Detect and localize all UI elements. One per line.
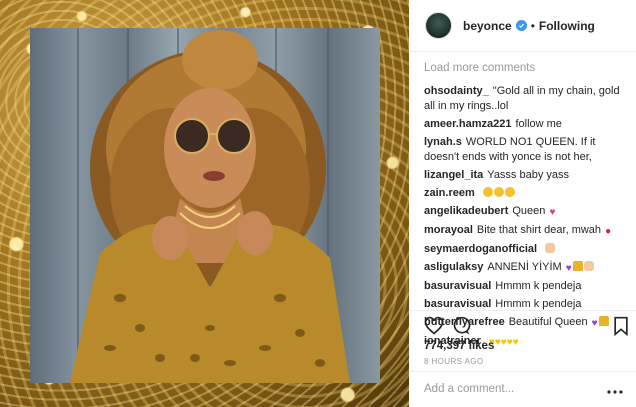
avatar[interactable] xyxy=(425,12,452,39)
following-button[interactable]: Following xyxy=(539,19,595,33)
comment-item: basuravisual Hmmm k pendeja xyxy=(424,279,629,294)
add-comment-input[interactable] xyxy=(424,379,604,399)
separator-dot: • xyxy=(530,18,535,33)
comment-text: follow me xyxy=(515,118,562,130)
post-media-area xyxy=(0,0,409,407)
post-side-panel: beyonce • Following Load more comments o… xyxy=(409,0,636,407)
comment-username[interactable]: angelikadeubert xyxy=(424,205,508,217)
post-timestamp: 8 HOURS AGO xyxy=(424,357,484,366)
ok-hand-emoji-icon xyxy=(583,261,594,271)
likes-count[interactable]: 774,397 likes xyxy=(424,340,494,352)
actions-divider xyxy=(409,310,636,311)
comment-text: Yasss baby yass xyxy=(487,169,570,181)
sparkling-heart-emoji-icon: ♥ xyxy=(549,207,556,218)
comment-username[interactable]: morayoal xyxy=(424,224,473,236)
load-more-comments-link[interactable]: Load more comments xyxy=(424,62,629,76)
heart-eyes-emoji-icon xyxy=(493,187,504,197)
kiss-lips-emoji-icon: ● xyxy=(605,226,612,237)
comment-item: ohsodainty_ "Gold all in my chain, gold a… xyxy=(424,84,629,114)
comment-username[interactable]: basuravisual xyxy=(424,298,491,310)
comment-item: morayoal Bite that shirt dear, mwah ● xyxy=(424,223,629,239)
portrait-illustration xyxy=(70,28,350,383)
comment-item: zain.reem xyxy=(424,186,629,201)
crown-emoji-icon xyxy=(572,261,583,271)
comment-text: Queen xyxy=(512,205,546,217)
bookmark-icon[interactable] xyxy=(612,316,632,337)
verified-badge-icon xyxy=(515,20,527,31)
comment-item: seymaerdoganofficial xyxy=(424,242,629,257)
comment-username[interactable]: basuravisual xyxy=(424,280,491,292)
comment-text: ANNENİ YİYİM xyxy=(487,261,562,273)
comment-username[interactable]: ohsodainty_ xyxy=(424,85,489,97)
action-bar xyxy=(424,316,629,338)
comment-item: lizangel_ita Yasss baby yass xyxy=(424,168,629,183)
heart-eyes-emoji-icon xyxy=(482,187,493,197)
comment-item: lynah.s WORLD NO1 QUEEN. If it doesn't en… xyxy=(424,135,629,165)
comment-username[interactable]: asligulaksy xyxy=(424,261,483,273)
comment-text: Hmmm k pendeja xyxy=(495,298,582,310)
username-link[interactable]: beyonce xyxy=(463,19,512,33)
heart-eyes-emoji-icon xyxy=(504,187,515,197)
post-photo[interactable] xyxy=(30,28,380,383)
heart-icon[interactable] xyxy=(424,316,444,336)
comment-username[interactable]: seymaerdoganofficial xyxy=(424,243,537,255)
comment-item: asligulaksy ANNENİ YİYİM ♥ xyxy=(424,260,629,276)
comment-username[interactable]: ameer.hamza221 xyxy=(424,118,511,130)
purple-heart-emoji-icon: ♥ xyxy=(565,263,572,274)
comment-username[interactable]: zain.reem xyxy=(424,187,475,199)
thumbs-up-emoji-icon xyxy=(545,243,556,253)
comment-item: ameer.hamza221 follow me xyxy=(424,117,629,132)
more-options-icon[interactable] xyxy=(607,384,623,394)
comment-icon[interactable] xyxy=(452,316,472,336)
comment-text: Hmmm k pendeja xyxy=(495,280,582,292)
post-header: beyonce • Following xyxy=(409,0,636,52)
comment-username[interactable]: lynah.s xyxy=(424,136,462,148)
comment-item: angelikadeubert Queen ♥ xyxy=(424,204,629,220)
comment-text: Bite that shirt dear, mwah xyxy=(476,224,602,236)
comment-username[interactable]: lizangel_ita xyxy=(424,169,483,181)
comment-input-divider xyxy=(409,371,636,372)
